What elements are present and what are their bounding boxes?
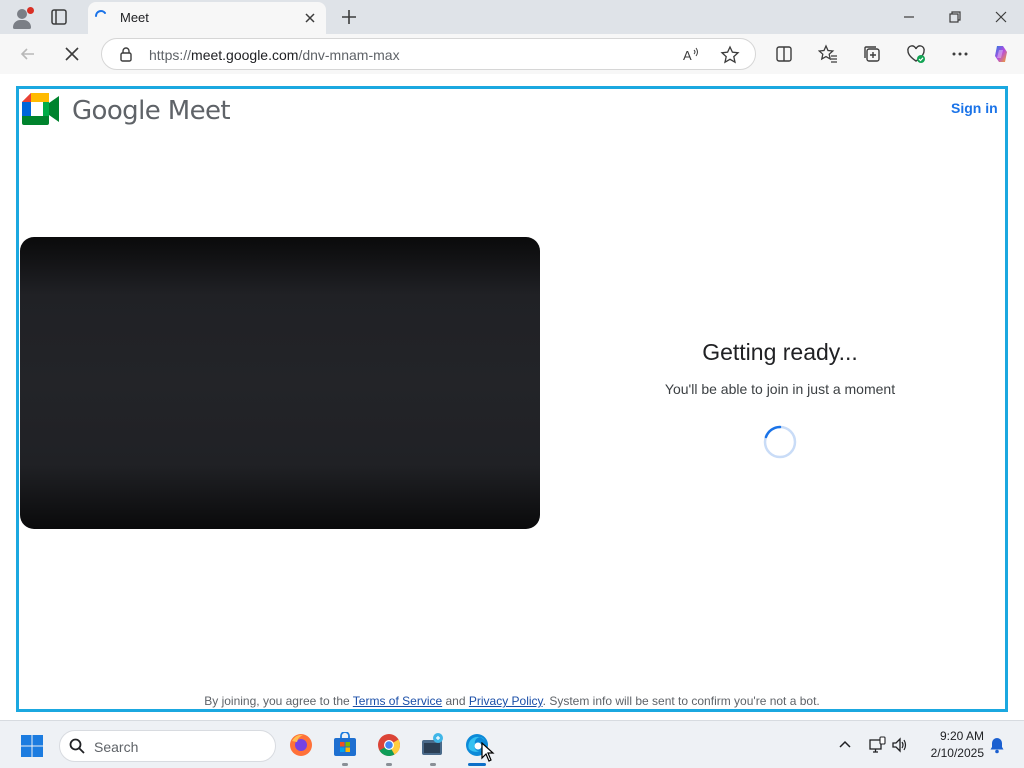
terms-of-service-link[interactable]: Terms of Service: [353, 694, 442, 708]
legal-notice: By joining, you agree to the Terms of Se…: [204, 694, 820, 708]
status-title: Getting ready...: [702, 339, 858, 365]
tab-actions-icon[interactable]: [50, 8, 68, 26]
windows-taskbar: Search 9:20 AM 2/10/2025: [0, 720, 1024, 768]
browser-essentials-icon[interactable]: [906, 44, 926, 64]
more-options-icon[interactable]: [950, 44, 970, 64]
windows-start-icon[interactable]: [20, 734, 44, 758]
copilot-icon[interactable]: [991, 44, 1011, 64]
file-manager-icon[interactable]: [420, 732, 446, 758]
url-text: https://meet.google.com/dnv-mnam-max: [149, 47, 400, 63]
show-hidden-icons-chevron-icon[interactable]: [836, 736, 854, 754]
camera-preview: [20, 237, 540, 529]
sign-in-link[interactable]: Sign in: [951, 100, 998, 116]
browser-toolbar: https://meet.google.com/dnv-mnam-max A: [0, 34, 1024, 74]
brand-name: Google Meet: [72, 96, 231, 126]
favorites-icon[interactable]: [818, 44, 838, 64]
privacy-policy-link[interactable]: Privacy Policy: [469, 694, 543, 708]
profile-icon[interactable]: [10, 6, 34, 30]
clock-date: 2/10/2025: [930, 746, 984, 760]
google-meet-logo-icon: [22, 93, 59, 125]
clock-time: 9:20 AM: [939, 729, 984, 743]
mouse-cursor-icon: [481, 742, 495, 762]
edge-active-indicator: [468, 763, 486, 766]
loading-spinner-icon: [763, 425, 797, 459]
store-running-indicator: [342, 763, 348, 766]
split-screen-icon[interactable]: [774, 44, 794, 64]
status-subtitle: You'll be able to join in just a moment: [664, 381, 896, 397]
chrome-running-indicator: [386, 763, 392, 766]
minimize-icon[interactable]: [900, 8, 918, 26]
firefox-icon[interactable]: [288, 732, 314, 758]
restore-icon[interactable]: [946, 8, 964, 26]
system-clock[interactable]: 9:20 AM 2/10/2025: [920, 728, 984, 762]
tab-meet[interactable]: Meet: [88, 2, 326, 34]
svg-text:A: A: [683, 48, 692, 63]
close-window-icon[interactable]: [992, 8, 1010, 26]
search-icon: [69, 738, 85, 754]
notifications-bell-icon[interactable]: [988, 736, 1006, 754]
site-info-lock-icon[interactable]: [118, 46, 134, 62]
loading-spinner-icon: [95, 10, 106, 17]
new-tab-icon[interactable]: [340, 8, 358, 26]
collections-icon[interactable]: [862, 44, 882, 64]
back-icon[interactable]: [18, 44, 38, 64]
close-tab-icon[interactable]: [302, 10, 318, 26]
tab-title: Meet: [120, 10, 149, 25]
add-favorite-star-icon[interactable]: [720, 45, 740, 65]
stop-loading-icon[interactable]: [62, 44, 82, 64]
read-aloud-icon[interactable]: A: [681, 45, 701, 65]
chrome-icon[interactable]: [376, 732, 402, 758]
file-manager-running-indicator: [430, 763, 436, 766]
taskbar-search-box[interactable]: Search: [59, 730, 276, 762]
search-label: Search: [94, 739, 139, 755]
volume-icon[interactable]: [891, 736, 909, 754]
network-icon[interactable]: [868, 736, 886, 754]
tab-strip: Meet: [0, 0, 1024, 34]
microsoft-store-icon[interactable]: [332, 732, 358, 758]
address-bar[interactable]: https://meet.google.com/dnv-mnam-max A: [101, 38, 756, 70]
